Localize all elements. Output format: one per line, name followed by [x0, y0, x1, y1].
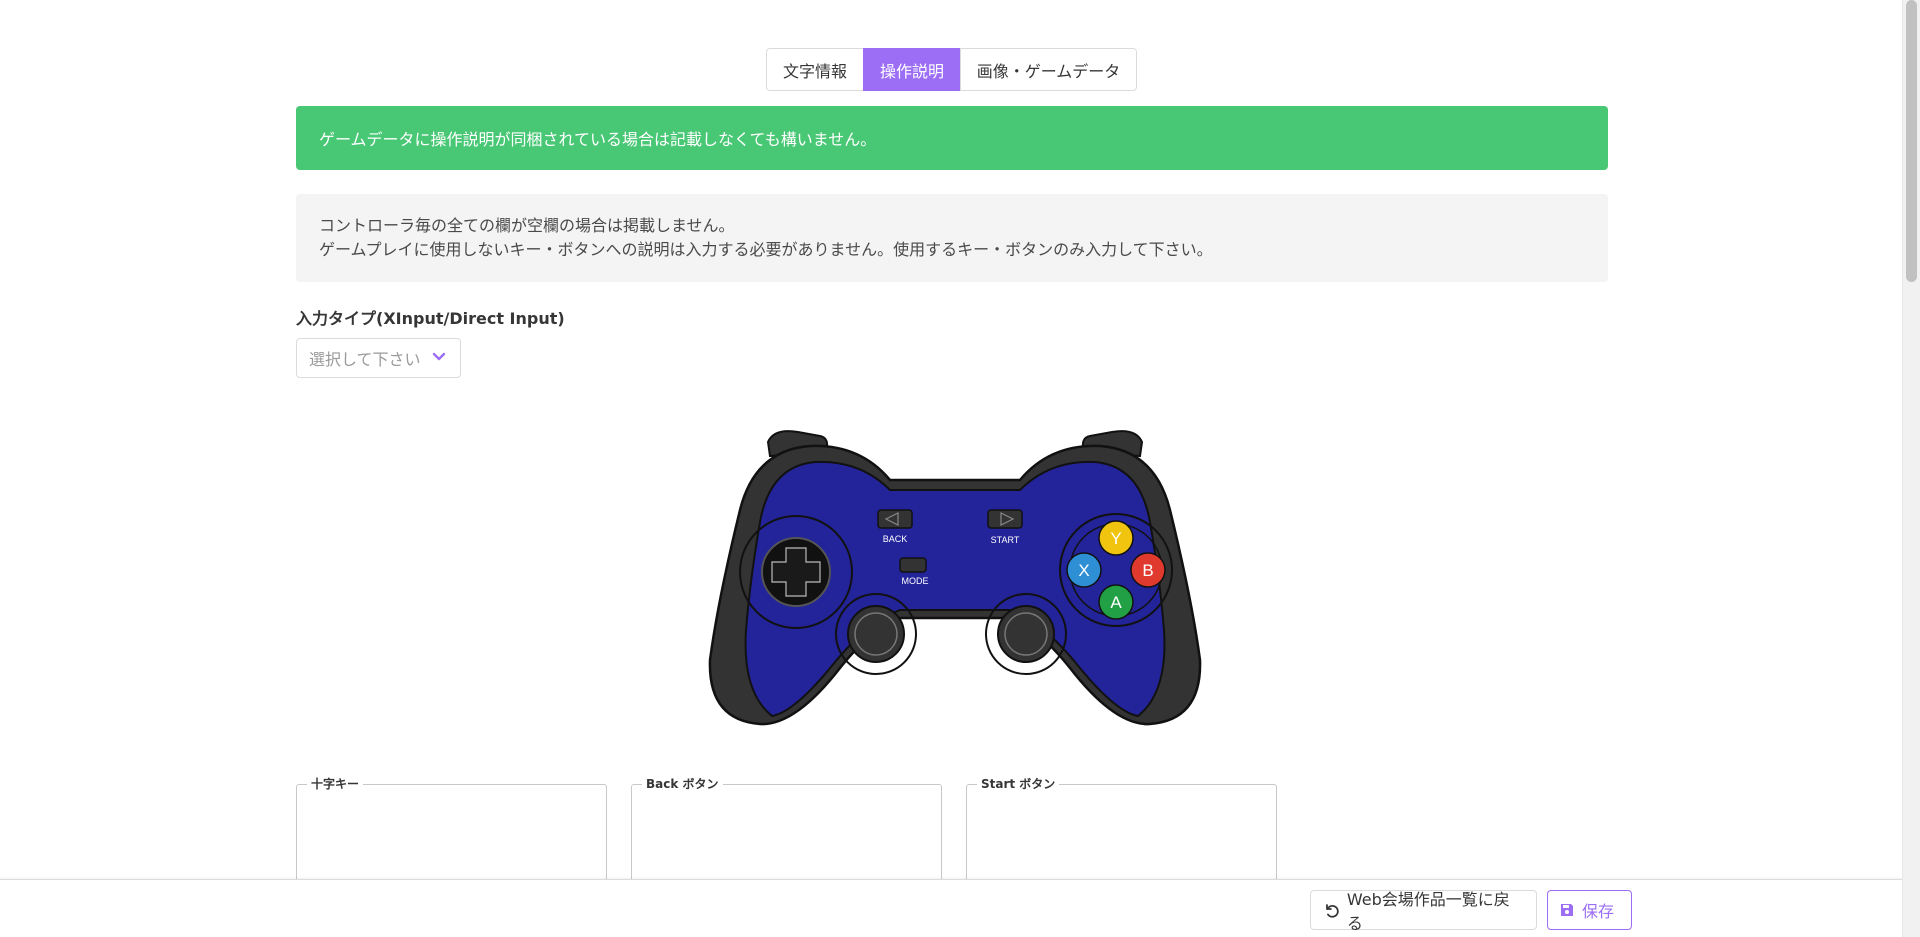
tab-controls[interactable]: 操作説明 — [863, 48, 961, 91]
input-type-select-value: 選択して下さい — [309, 350, 421, 369]
tab-text-info[interactable]: 文字情報 — [766, 48, 864, 91]
save-icon — [1561, 904, 1573, 916]
svg-text:X: X — [1078, 561, 1089, 580]
tab-bar: 文字情報 操作説明 画像・ゲームデータ — [766, 48, 1137, 91]
info-notice-green: ゲームデータに操作説明が同梱されている場合は記載しなくても構いません。 — [296, 106, 1608, 170]
page: 文字情報 操作説明 画像・ゲームデータ ゲームデータに操作説明が同梱されている場… — [0, 0, 1920, 937]
back-to-list-button[interactable]: Web会場作品一覧に戻る — [1310, 890, 1537, 933]
undo-icon — [1326, 904, 1339, 918]
start-button-field-label: Start ボタン — [977, 776, 1060, 792]
save-button[interactable]: 保存 — [1547, 890, 1632, 930]
notice-green-text: ゲームデータに操作説明が同梱されている場合は記載しなくても構いません。 — [319, 130, 877, 149]
tab-images-gamedata[interactable]: 画像・ゲームデータ — [960, 48, 1137, 91]
dpad-field-label: 十字キー — [307, 776, 364, 792]
svg-text:A: A — [1110, 593, 1122, 612]
svg-text:Y: Y — [1110, 529, 1121, 548]
save-label: 保存 — [1582, 902, 1615, 921]
notice-gray-line1: コントローラ毎の全ての欄が空欄の場合は掲載しません。 — [319, 216, 735, 235]
scrollbar-thumb[interactable] — [1906, 0, 1917, 282]
back-to-list-label: Web会場作品一覧に戻る — [1346, 890, 1510, 933]
back-button-field-label: Back ボタン — [642, 776, 723, 792]
vertical-scrollbar[interactable] — [1902, 0, 1920, 937]
start-label: START — [991, 535, 1020, 545]
back-label: BACK — [883, 534, 908, 544]
gamepad-illustration: BACK START MODE Y X B A — [708, 430, 1202, 726]
input-type-label: 入力タイプ(XInput/Direct Input) — [296, 309, 565, 328]
footer-bar: Web会場作品一覧に戻る 保存 — [0, 879, 1902, 937]
mode-label: MODE — [902, 576, 929, 586]
info-notice-gray: コントローラ毎の全ての欄が空欄の場合は掲載しません。 ゲームプレイに使用しないキ… — [296, 194, 1608, 282]
notice-gray-line2: ゲームプレイに使用しないキー・ボタンへの説明は入力する必要がありません。使用する… — [319, 240, 1213, 259]
input-type-select[interactable]: 選択して下さい — [296, 338, 461, 378]
svg-text:B: B — [1142, 561, 1153, 580]
chevron-down-icon — [432, 352, 446, 361]
